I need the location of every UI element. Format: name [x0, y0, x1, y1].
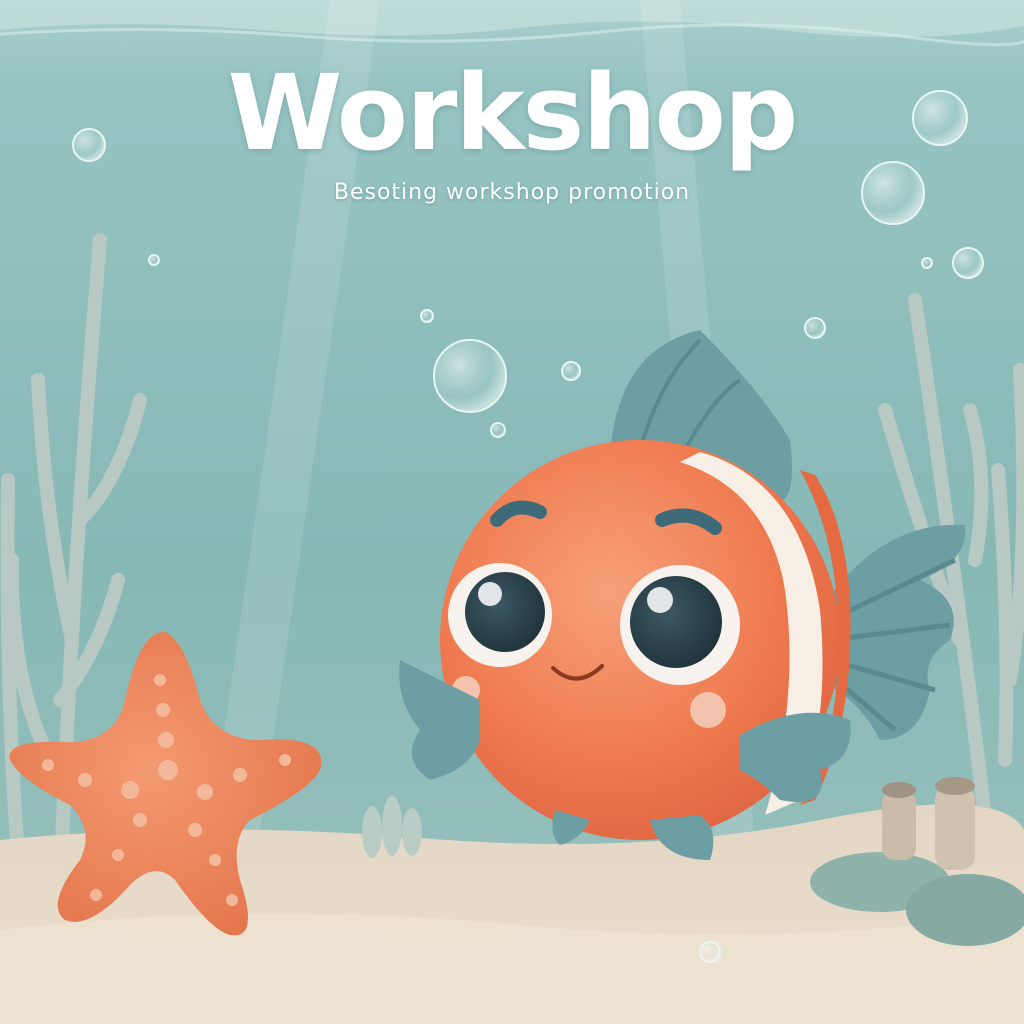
poster-subtitle: Besoting workshop promotion [333, 180, 691, 205]
poster-title: Workshop [227, 52, 799, 174]
